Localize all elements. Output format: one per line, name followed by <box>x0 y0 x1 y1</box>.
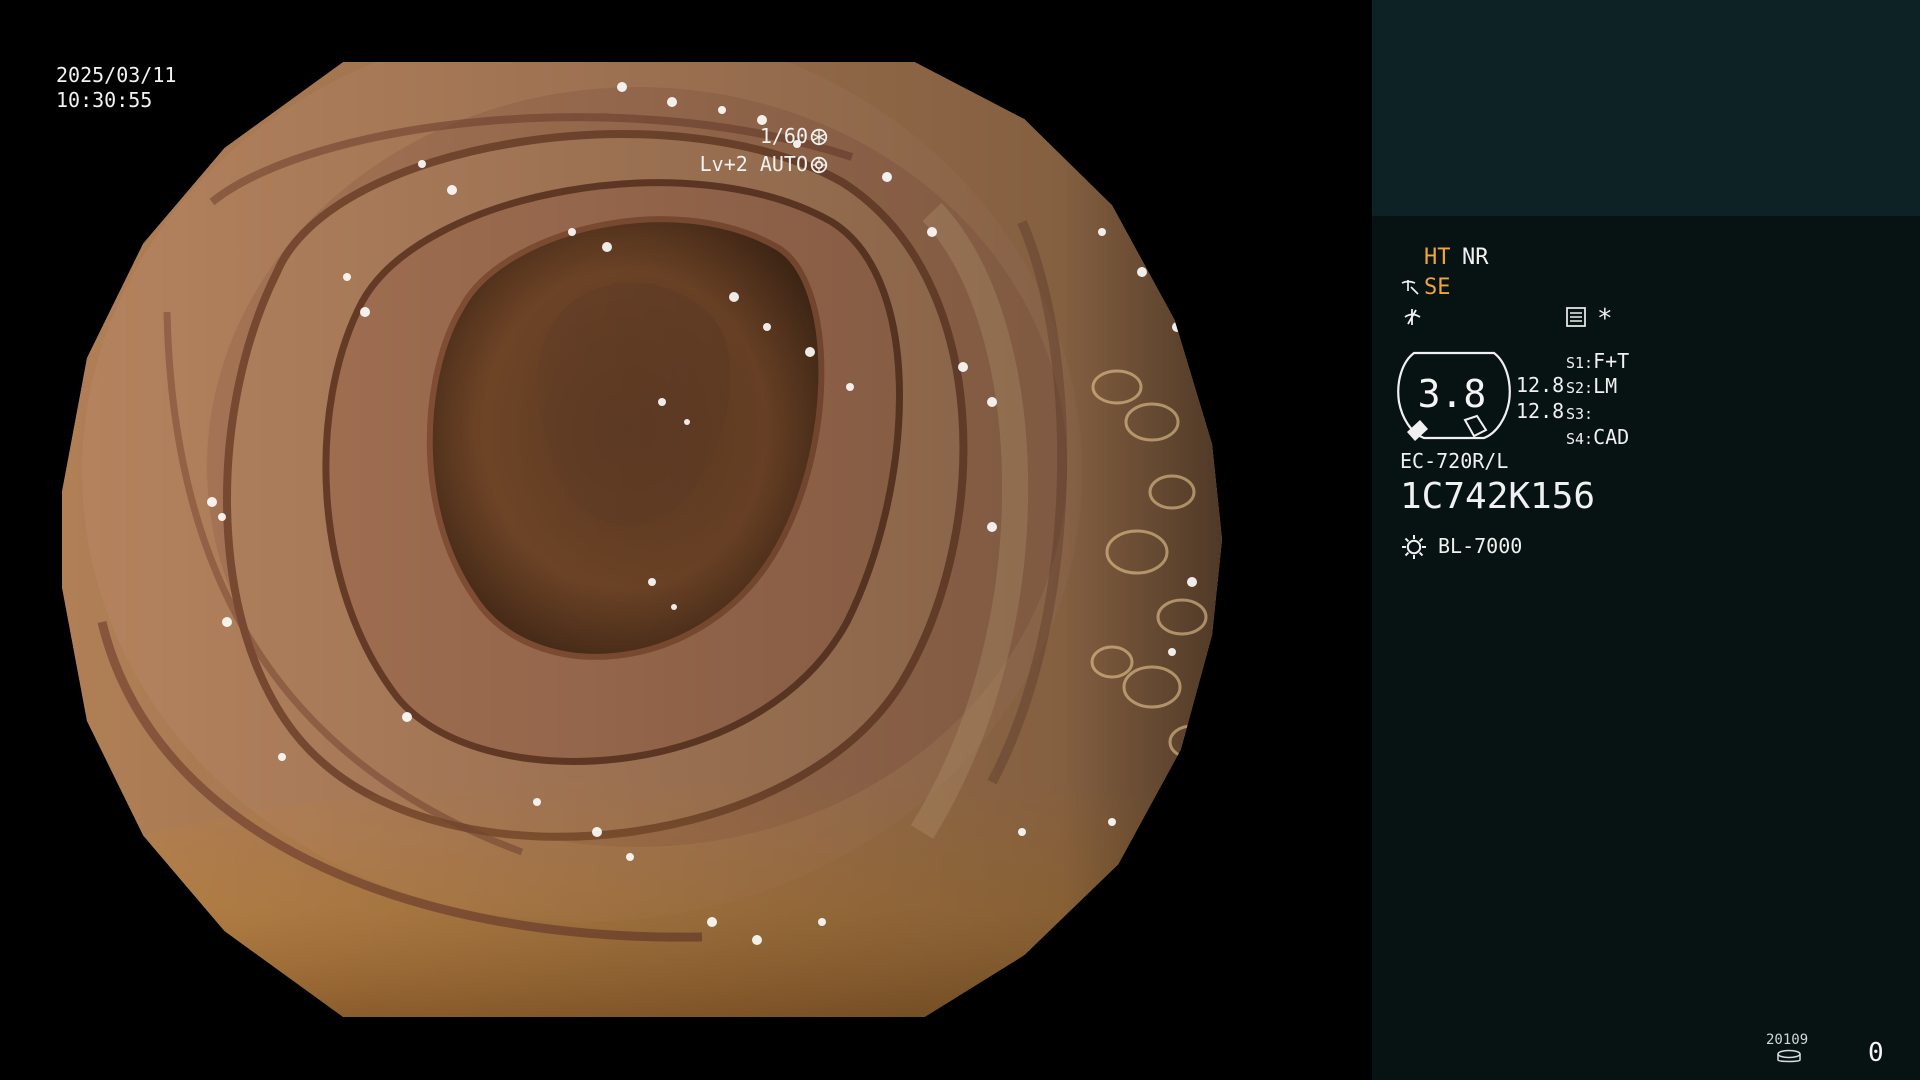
endoscopy-screen: 2025/03/11 10:30:55 1/60 Lv+2 AUTO HT NR… <box>0 0 1920 1080</box>
mode-nr: NR <box>1462 245 1489 270</box>
switch-s1: S1:F+T <box>1566 349 1630 373</box>
storage-icon <box>1777 1049 1801 1063</box>
light-source-icon <box>1402 535 1426 559</box>
scope-model: EC-720R/L <box>1400 449 1509 473</box>
enhancement-icon <box>1404 309 1421 325</box>
asterisk-indicator: * <box>1597 304 1613 334</box>
mode-se: SE <box>1424 275 1451 300</box>
overlay-time: 10:30:55 <box>56 88 153 112</box>
iris-icon <box>810 156 828 174</box>
mode-ht: HT <box>1424 245 1451 270</box>
iris-level: Lv+2 AUTO <box>699 152 808 176</box>
footer-code: 20109 <box>1766 1032 1809 1048</box>
overlay-level: Lv+2 AUTO <box>627 127 828 202</box>
endoscopic-image <box>62 62 1222 1017</box>
light-source-model: BL-7000 <box>1438 534 1523 558</box>
gauge-upper-value: 12.8 <box>1516 373 1565 397</box>
switch-s4: S4:CAD <box>1566 425 1630 449</box>
footer-count: 0 <box>1868 1038 1884 1068</box>
intestine-illustration <box>62 62 1222 1017</box>
gauge-lower-value: 12.8 <box>1516 399 1565 423</box>
switch-s2: S2:LM <box>1566 374 1618 398</box>
switch-s3: S3: <box>1566 405 1594 423</box>
gauge-value: 3.8 <box>1417 372 1487 416</box>
overlay-date: 2025/03/11 <box>56 63 177 87</box>
info-panel: HT NR SE * 3.8 12.8 12.8 S1:F+T S2:LM S3… <box>1372 0 1920 1080</box>
structure-enhancement-icon <box>1401 280 1419 295</box>
panel-top-area <box>1372 0 1920 216</box>
menu-list-icon <box>1566 307 1586 327</box>
scope-serial: 1C742K156 <box>1400 476 1596 517</box>
endoscopic-video-area: 2025/03/11 10:30:55 1/60 Lv+2 AUTO <box>0 0 1372 1080</box>
